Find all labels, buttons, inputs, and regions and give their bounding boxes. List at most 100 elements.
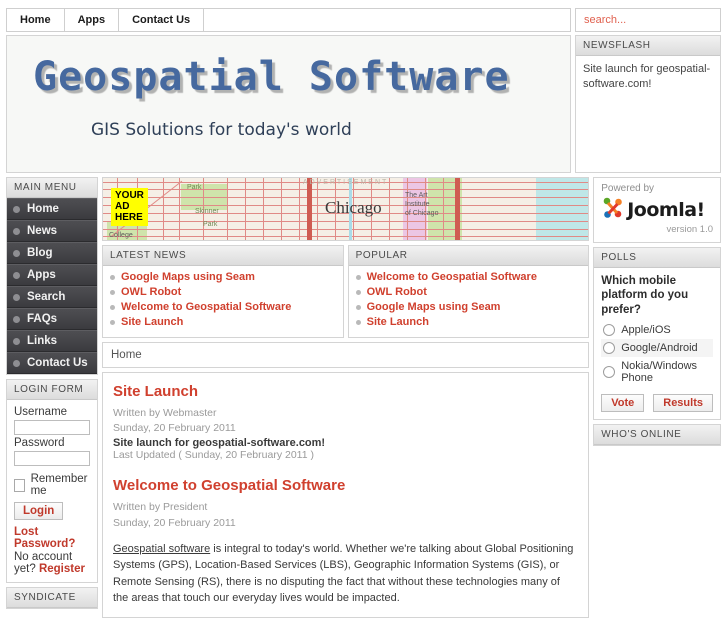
bullet-icon xyxy=(13,315,20,323)
sidebar-item-news[interactable]: News xyxy=(7,220,97,242)
list-item[interactable]: OWL Robot xyxy=(110,286,336,298)
article-author: Written by President xyxy=(113,501,208,514)
popular-link[interactable]: Site Launch xyxy=(367,316,429,328)
bullet-icon xyxy=(13,249,20,257)
breadcrumb[interactable]: Home xyxy=(103,343,588,367)
main-layout: MAIN MENU Home News Blog Apps Search FAQ… xyxy=(6,177,721,618)
list-item[interactable]: OWL Robot xyxy=(355,286,582,298)
poll-question: Which mobile platform do you prefer? xyxy=(601,275,689,316)
article-separator xyxy=(113,461,578,475)
search-box[interactable] xyxy=(575,8,721,32)
login-form-title: LOGIN FORM xyxy=(7,380,97,400)
article-body: Geospatial software is integral to today… xyxy=(113,541,578,607)
popular-link[interactable]: Welcome to Geospatial Software xyxy=(367,271,537,283)
your-ad-here-box[interactable]: YOUR AD HERE xyxy=(111,188,148,226)
sidebar-item-label: News xyxy=(27,225,58,237)
ad-line-3: HERE xyxy=(115,212,143,223)
list-item[interactable]: Welcome to Geospatial Software xyxy=(110,301,336,313)
map-road xyxy=(103,189,589,190)
syndicate-module: SYNDICATE xyxy=(6,587,98,609)
map-highway xyxy=(455,178,460,240)
radio-icon[interactable] xyxy=(603,342,616,355)
search-input[interactable] xyxy=(582,13,720,27)
list-item[interactable]: Google Maps using Seam xyxy=(355,301,582,313)
poll-buttons: Vote Results xyxy=(601,394,713,413)
latest-news-list: Google Maps using Seam OWL Robot Welcome… xyxy=(103,266,343,337)
vote-button[interactable]: Vote xyxy=(601,394,645,413)
bullet-icon xyxy=(355,319,361,325)
map-road xyxy=(245,178,246,240)
popular-link[interactable]: Google Maps using Seam xyxy=(367,301,501,313)
latest-news-module: LATEST NEWS Google Maps using Seam OWL R… xyxy=(102,245,344,338)
radio-icon[interactable] xyxy=(603,366,616,379)
left-sidebar: MAIN MENU Home News Blog Apps Search FAQ… xyxy=(6,177,98,609)
lost-password-link[interactable]: Lost Password? xyxy=(14,526,90,550)
bullet-icon xyxy=(355,304,361,310)
topnav-item-contact-us[interactable]: Contact Us xyxy=(119,9,205,31)
remember-me-label: Remember me xyxy=(30,473,88,497)
latest-news-link[interactable]: Site Launch xyxy=(121,316,183,328)
breadcrumb-bar: Home xyxy=(102,342,590,368)
syndicate-title: SYNDICATE xyxy=(7,588,97,608)
advertisement-banner[interactable]: Park Skinner Park College Chicago The Ar… xyxy=(102,177,590,241)
list-item[interactable]: Welcome to Geospatial Software xyxy=(355,271,582,283)
radio-icon[interactable] xyxy=(603,324,616,337)
article-date: Sunday, 20 February 2011 xyxy=(113,422,236,435)
newsflash-module: NEWSFLASH Site launch for geospatial-sof… xyxy=(575,35,721,173)
map-park-label: Skinner xyxy=(195,208,219,215)
poll-option-apple[interactable]: Apple/iOS xyxy=(601,321,713,339)
username-field[interactable] xyxy=(14,420,90,435)
joomla-logo-row[interactable]: Joomla! xyxy=(601,196,713,223)
login-button[interactable]: Login xyxy=(14,502,64,520)
poll-option-label: Google/Android xyxy=(621,342,698,355)
popular-title: POPULAR xyxy=(348,246,589,266)
sidebar-item-search[interactable]: Search xyxy=(7,286,97,308)
map-road xyxy=(389,178,390,240)
whos-online-title: WHO'S ONLINE xyxy=(594,425,720,446)
poll-option-nokia[interactable]: Nokia/Windows Phone xyxy=(601,357,713,387)
bullet-icon xyxy=(110,319,115,325)
article-title[interactable]: Welcome to Geospatial Software xyxy=(113,477,578,494)
popular-link[interactable]: OWL Robot xyxy=(367,286,427,298)
latest-news-link[interactable]: Welcome to Geospatial Software xyxy=(121,301,291,313)
sidebar-item-home[interactable]: Home xyxy=(7,198,97,220)
remember-me-checkbox[interactable] xyxy=(14,478,25,492)
results-button[interactable]: Results xyxy=(653,394,713,413)
ad-line-2: AD xyxy=(115,201,130,212)
article-title[interactable]: Site Launch xyxy=(113,383,578,400)
remember-me-row[interactable]: Remember me xyxy=(14,473,90,497)
register-link[interactable]: Register xyxy=(39,563,85,575)
site-header: Geospatial Software GIS Solutions for to… xyxy=(6,35,571,173)
polls-body: Which mobile platform do you prefer? App… xyxy=(594,268,720,419)
popular-list: Welcome to Geospatial Software OWL Robot… xyxy=(349,266,589,337)
topnav-item-home[interactable]: Home xyxy=(7,9,65,31)
login-form-body: Username Password Remember me Login Lost… xyxy=(7,400,97,582)
latest-news-link[interactable]: Google Maps using Seam xyxy=(121,271,255,283)
map-highway xyxy=(307,178,312,240)
map-road xyxy=(103,229,589,230)
main-menu-list: Home News Blog Apps Search FAQs Links Co… xyxy=(7,198,97,374)
sidebar-item-faqs[interactable]: FAQs xyxy=(7,308,97,330)
top-navigation: Home Apps Contact Us xyxy=(6,8,571,32)
sidebar-item-apps[interactable]: Apps xyxy=(7,264,97,286)
list-item[interactable]: Site Launch xyxy=(355,316,582,328)
latest-news-title: LATEST NEWS xyxy=(103,246,343,266)
newsflash-title: NEWSFLASH xyxy=(576,36,720,56)
topnav-item-apps[interactable]: Apps xyxy=(64,9,120,31)
password-field[interactable] xyxy=(14,451,90,466)
article-date: Sunday, 20 February 2011 xyxy=(113,516,236,529)
whos-online-module: WHO'S ONLINE xyxy=(593,424,721,447)
center-content: Park Skinner Park College Chicago The Ar… xyxy=(102,177,590,618)
sidebar-item-blog[interactable]: Blog xyxy=(7,242,97,264)
latest-news-link[interactable]: OWL Robot xyxy=(121,286,181,298)
sidebar-item-contact-us[interactable]: Contact Us xyxy=(7,352,97,374)
sidebar-item-links[interactable]: Links xyxy=(7,330,97,352)
list-item[interactable]: Site Launch xyxy=(110,316,336,328)
site-tagline: GIS Solutions for today's world xyxy=(91,120,352,140)
advertisement-map[interactable]: Park Skinner Park College Chicago The Ar… xyxy=(103,178,589,240)
sidebar-item-label: Blog xyxy=(27,247,53,259)
poll-option-google[interactable]: Google/Android xyxy=(601,339,713,358)
list-item[interactable]: Google Maps using Seam xyxy=(110,271,336,283)
map-road xyxy=(299,178,300,240)
bullet-icon xyxy=(13,293,20,301)
